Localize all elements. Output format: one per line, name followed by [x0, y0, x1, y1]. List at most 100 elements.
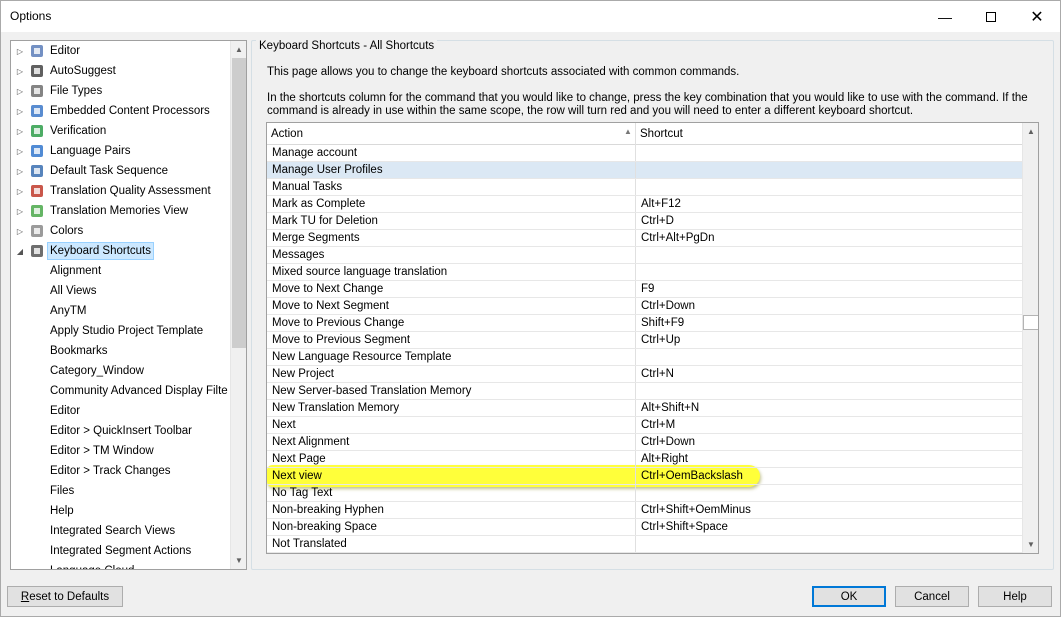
shortcut-cell[interactable] — [636, 247, 1022, 263]
shortcut-cell[interactable] — [636, 179, 1022, 195]
shortcut-cell[interactable]: Ctrl+Down — [636, 298, 1022, 314]
shortcut-cell[interactable]: Alt+Shift+N — [636, 400, 1022, 416]
tree-child-item[interactable]: Editor — [11, 401, 230, 421]
tree-item-default-task-sequence[interactable]: ▷ Default Task Sequence — [11, 161, 230, 181]
tree-child-item[interactable]: AnyTM — [11, 301, 230, 321]
tree-child-item[interactable]: Help — [11, 501, 230, 521]
table-row[interactable]: Mark TU for Deletion Ctrl+D — [267, 213, 1022, 230]
tree-child-item[interactable]: Files — [11, 481, 230, 501]
tree-item-editor[interactable]: ▷ Editor — [11, 41, 230, 61]
table-row[interactable]: Not Translated — [267, 536, 1022, 553]
shortcut-cell[interactable]: Alt+Right — [636, 451, 1022, 467]
tree-item-colors[interactable]: ▷ Colors — [11, 221, 230, 241]
tree-child-item[interactable]: Apply Studio Project Template — [11, 321, 230, 341]
tree-item-verification[interactable]: ▷ Verification — [11, 121, 230, 141]
table-row[interactable]: New Language Resource Template — [267, 349, 1022, 366]
tree-item-language-pairs[interactable]: ▷ Language Pairs — [11, 141, 230, 161]
table-row[interactable]: Move to Next Segment Ctrl+Down — [267, 298, 1022, 315]
tree-child-item[interactable]: Community Advanced Display Filte — [11, 381, 230, 401]
shortcut-cell[interactable]: Ctrl+Alt+PgDn — [636, 230, 1022, 246]
expand-icon[interactable]: ▷ — [16, 201, 24, 221]
tree-child-item[interactable]: Editor > TM Window — [11, 441, 230, 461]
table-row[interactable]: Next Alignment Ctrl+Down — [267, 434, 1022, 451]
table-row[interactable]: No Tag Text — [267, 485, 1022, 502]
maximize-button[interactable] — [968, 1, 1014, 32]
shortcut-cell[interactable]: Ctrl+D — [636, 213, 1022, 229]
options-tree[interactable]: ▷ Editor ▷ AutoSuggest ▷ File Types ▷ Embedded … — [10, 40, 247, 570]
tree-item-translation-memories-view[interactable]: ▷ Translation Memories View — [11, 201, 230, 221]
table-row[interactable]: Non-breaking Hyphen Ctrl+Shift+OemMinus — [267, 502, 1022, 519]
grid-scrollbar[interactable]: ▲ ▼ — [1022, 123, 1038, 553]
table-row[interactable]: Next view Ctrl+OemBackslash — [267, 468, 1022, 485]
table-row[interactable]: Next Page Alt+Right — [267, 451, 1022, 468]
table-row[interactable]: Non-breaking Space Ctrl+Shift+Space — [267, 519, 1022, 536]
tree-child-item[interactable]: Editor > QuickInsert Toolbar — [11, 421, 230, 441]
tree-scroll-thumb[interactable] — [232, 58, 246, 348]
shortcut-cell[interactable] — [636, 349, 1022, 365]
shortcuts-grid[interactable]: Action ▲ Shortcut Manage account Manage U… — [266, 122, 1039, 554]
tree-item-file-types[interactable]: ▷ File Types — [11, 81, 230, 101]
column-header-action[interactable]: Action — [267, 123, 636, 145]
expand-icon[interactable]: ▷ — [16, 121, 24, 141]
shortcut-cell[interactable] — [636, 264, 1022, 280]
shortcut-cell[interactable]: Ctrl+Up — [636, 332, 1022, 348]
tree-item-autosuggest[interactable]: ▷ AutoSuggest — [11, 61, 230, 81]
shortcut-cell[interactable] — [636, 536, 1022, 552]
tree-child-item[interactable]: Bookmarks — [11, 341, 230, 361]
table-row[interactable]: Move to Previous Change Shift+F9 — [267, 315, 1022, 332]
table-row[interactable]: New Project Ctrl+N — [267, 366, 1022, 383]
shortcut-cell[interactable]: Ctrl+N — [636, 366, 1022, 382]
tree-item-keyboard-shortcuts[interactable]: ◢ Keyboard Shortcuts — [11, 241, 230, 261]
tree-child-item[interactable]: Language Cloud — [11, 561, 230, 569]
expand-icon[interactable]: ▷ — [16, 61, 24, 81]
shortcut-cell[interactable] — [636, 162, 1022, 178]
shortcut-cell[interactable]: Ctrl+M — [636, 417, 1022, 433]
expand-icon[interactable]: ▷ — [16, 161, 24, 181]
scroll-down-icon[interactable]: ▼ — [231, 552, 246, 569]
tree-scrollbar[interactable]: ▲ ▼ — [230, 41, 246, 569]
shortcut-cell[interactable] — [636, 485, 1022, 501]
expand-icon[interactable]: ▷ — [16, 81, 24, 101]
table-row[interactable]: Merge Segments Ctrl+Alt+PgDn — [267, 230, 1022, 247]
table-row[interactable]: Messages — [267, 247, 1022, 264]
table-row[interactable]: Manage account — [267, 145, 1022, 162]
table-row[interactable]: New Server-based Translation Memory — [267, 383, 1022, 400]
table-row[interactable]: Manual Tasks — [267, 179, 1022, 196]
grid-scroll-thumb[interactable] — [1023, 315, 1038, 330]
shortcut-cell[interactable]: Ctrl+Down — [636, 434, 1022, 450]
shortcut-cell[interactable] — [636, 145, 1022, 161]
ok-button[interactable]: OK — [812, 586, 886, 607]
tree-item-translation-quality-assessment[interactable]: ▷ Translation Quality Assessment — [11, 181, 230, 201]
table-row[interactable]: New Translation Memory Alt+Shift+N — [267, 400, 1022, 417]
grid-scroll-up-icon[interactable]: ▲ — [1023, 123, 1038, 140]
table-row[interactable]: Move to Next Change F9 — [267, 281, 1022, 298]
tree-item-embedded-content-processors[interactable]: ▷ Embedded Content Processors — [11, 101, 230, 121]
expand-icon[interactable]: ▷ — [16, 181, 24, 201]
scroll-up-icon[interactable]: ▲ — [231, 41, 246, 58]
table-row[interactable]: Next Ctrl+M — [267, 417, 1022, 434]
shortcut-cell[interactable]: Ctrl+OemBackslash — [636, 468, 1022, 484]
shortcut-cell[interactable]: Alt+F12 — [636, 196, 1022, 212]
shortcut-cell[interactable]: Ctrl+Shift+Space — [636, 519, 1022, 535]
table-row[interactable]: Move to Previous Segment Ctrl+Up — [267, 332, 1022, 349]
shortcut-cell[interactable]: Shift+F9 — [636, 315, 1022, 331]
shortcut-cell[interactable]: Ctrl+Shift+OemMinus — [636, 502, 1022, 518]
close-button[interactable]: ✕ — [1014, 1, 1060, 32]
expand-icon[interactable]: ▷ — [16, 141, 24, 161]
tree-child-item[interactable]: Category_Window — [11, 361, 230, 381]
reset-to-defaults-button[interactable]: Reset to Defaults — [7, 586, 123, 607]
expand-icon[interactable]: ▷ — [16, 101, 24, 121]
table-row[interactable]: Manage User Profiles — [267, 162, 1022, 179]
tree-child-item[interactable]: Editor > Track Changes — [11, 461, 230, 481]
collapse-icon[interactable]: ◢ — [16, 241, 24, 261]
tree-child-item[interactable]: All Views — [11, 281, 230, 301]
help-button[interactable]: Help — [978, 586, 1052, 607]
expand-icon[interactable]: ▷ — [16, 41, 24, 61]
cancel-button[interactable]: Cancel — [895, 586, 969, 607]
grid-scroll-down-icon[interactable]: ▼ — [1023, 536, 1038, 553]
table-row[interactable]: Mark as Complete Alt+F12 — [267, 196, 1022, 213]
shortcut-cell[interactable] — [636, 383, 1022, 399]
column-header-shortcut[interactable]: Shortcut — [636, 123, 1022, 145]
tree-child-item[interactable]: Integrated Segment Actions — [11, 541, 230, 561]
tree-child-item[interactable]: Alignment — [11, 261, 230, 281]
